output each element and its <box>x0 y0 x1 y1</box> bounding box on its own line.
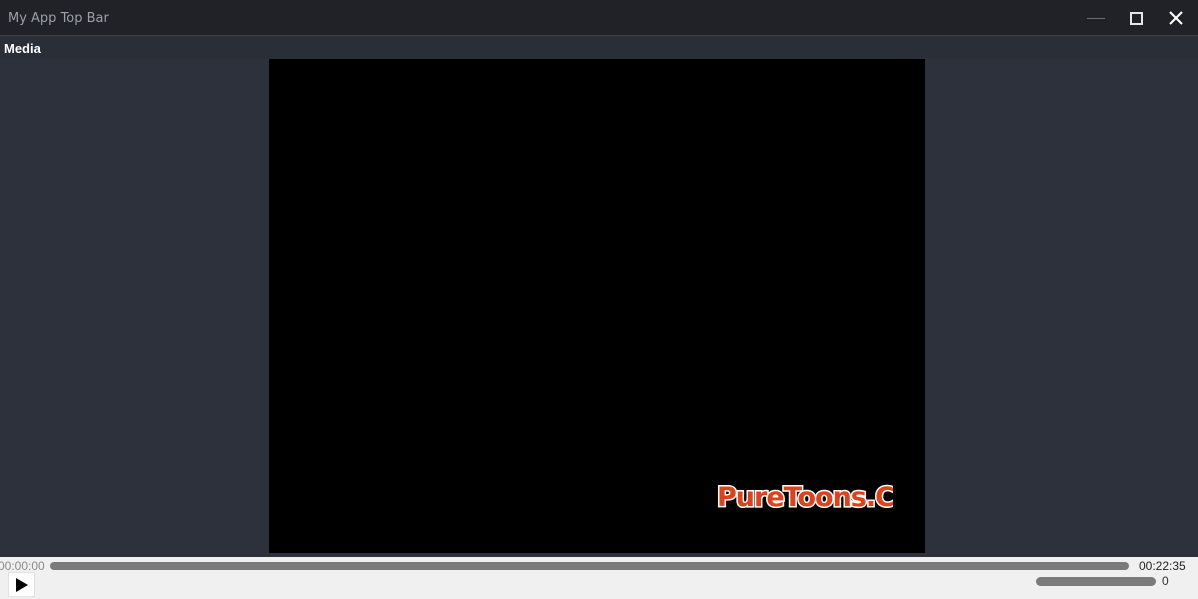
close-button[interactable] <box>1156 0 1196 36</box>
app-window: My App Top Bar Media PureToons.Com 00:00… <box>0 0 1198 599</box>
player-controls: 00:00:00 00:22:35 0 <box>0 557 1198 599</box>
seek-slider[interactable] <box>50 562 1129 570</box>
menu-item-media[interactable]: Media <box>4 41 41 56</box>
play-button[interactable] <box>8 572 35 597</box>
minimize-icon <box>1087 17 1105 19</box>
total-time: 00:22:35 <box>1139 559 1186 573</box>
minimize-button[interactable] <box>1076 0 1116 36</box>
play-icon <box>15 577 28 592</box>
menu-bar: Media <box>0 37 1198 59</box>
current-time: 00:00:00 <box>0 559 45 573</box>
close-icon <box>1169 11 1183 25</box>
maximize-button[interactable] <box>1116 0 1156 36</box>
volume-slider[interactable] <box>1036 577 1156 586</box>
maximize-icon <box>1129 11 1143 25</box>
window-title: My App Top Bar <box>8 11 109 26</box>
volume-value: 0 <box>1162 574 1169 588</box>
puretoons-watermark-logo: PureToons.Com <box>716 481 894 515</box>
title-bar[interactable]: My App Top Bar <box>0 0 1198 36</box>
video-surface[interactable]: PureToons.Com <box>269 59 925 553</box>
watermark-text: PureToons.Com <box>717 482 893 513</box>
